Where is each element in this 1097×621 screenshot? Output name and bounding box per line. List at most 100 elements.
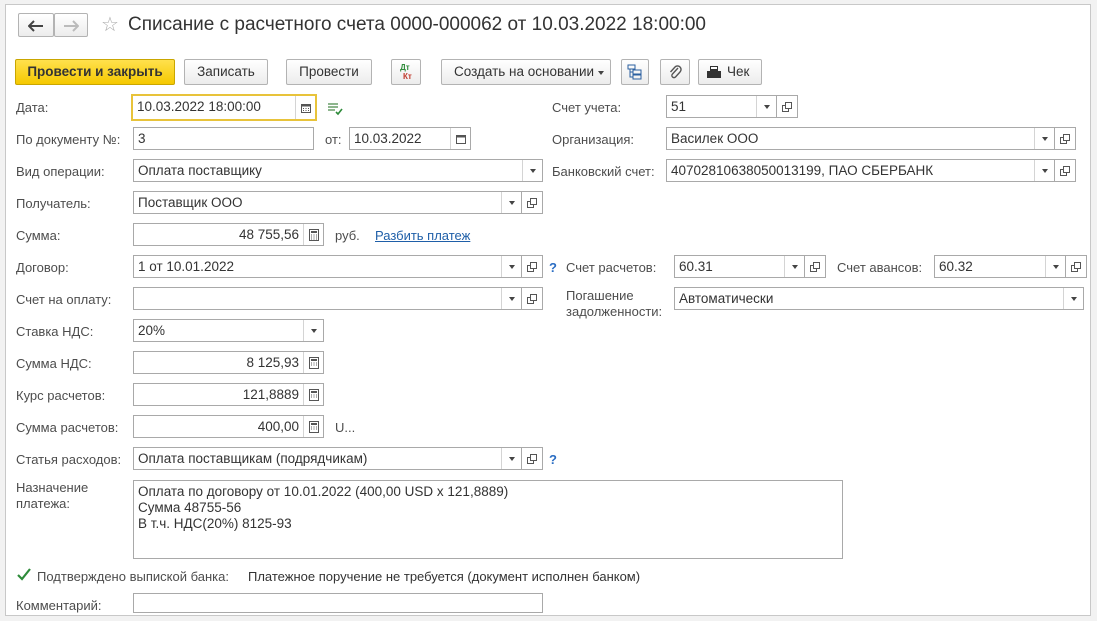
organization-value: Василек ООО	[671, 131, 759, 146]
rate-label: Курс расчетов:	[16, 388, 106, 403]
recipient-label: Получатель:	[16, 196, 91, 211]
attach-button[interactable]	[660, 59, 690, 85]
split-payment-link[interactable]: Разбить платеж	[375, 228, 470, 243]
list-check-icon[interactable]	[327, 102, 343, 116]
settlement-sum-field[interactable]: 400,00	[133, 415, 324, 438]
document-number-field[interactable]: 3	[133, 127, 314, 150]
vat-rate-field[interactable]: 20%	[133, 319, 324, 342]
date-label: Дата:	[16, 100, 49, 115]
check-label: Чек	[727, 64, 750, 79]
post-button[interactable]: Провести	[286, 59, 372, 85]
post-and-close-button[interactable]: Провести и закрыть	[15, 59, 175, 85]
create-based-on-button[interactable]: Создать на основании	[441, 59, 611, 85]
calculator-icon[interactable]	[303, 416, 323, 437]
organization-field[interactable]: Василек ООО	[666, 127, 1055, 150]
calculator-icon[interactable]	[303, 352, 323, 373]
dt-label: Дт	[400, 63, 410, 72]
bank-account-field[interactable]: 40702810638050013199, ПАО СБЕРБАНК	[666, 159, 1055, 182]
invoice-field[interactable]	[133, 287, 522, 310]
open-advance-account-button[interactable]	[1065, 255, 1087, 278]
open-organization-button[interactable]	[1054, 127, 1076, 150]
dropdown-arrow-icon[interactable]	[303, 320, 323, 341]
sum-value: 48 755,56	[238, 227, 299, 242]
open-form-icon	[527, 197, 537, 208]
dropdown-arrow-icon[interactable]	[501, 192, 521, 213]
date-field[interactable]: 10.03.2022 18:00:00	[131, 94, 317, 121]
structure-button[interactable]	[621, 59, 649, 85]
account-label: Счет учета:	[552, 100, 622, 115]
open-bank-account-button[interactable]	[1054, 159, 1076, 182]
back-button[interactable]	[18, 13, 54, 37]
operation-type-label: Вид операции:	[16, 164, 105, 179]
calendar-icon[interactable]	[295, 96, 315, 119]
open-recipient-button[interactable]	[521, 191, 543, 214]
document-window: ☆ Списание с расчетного счета 0000-00006…	[5, 4, 1091, 616]
payment-purpose-label-line2: платежа:	[16, 496, 70, 511]
dt-kt-button[interactable]: Дт Кт	[391, 59, 421, 85]
from-date-field[interactable]: 10.03.2022	[349, 127, 471, 150]
paperclip-icon	[669, 65, 682, 79]
operation-type-value: Оплата поставщику	[138, 163, 262, 178]
contract-help-icon[interactable]: ?	[549, 260, 557, 275]
payment-purpose-line: В т.ч. НДС(20%) 8125-93	[138, 516, 292, 531]
dropdown-arrow-icon[interactable]	[1034, 128, 1054, 149]
payment-purpose-textarea[interactable]: Оплата по договору от 10.01.2022 (400,00…	[133, 480, 843, 559]
dropdown-arrow-icon[interactable]	[1045, 256, 1065, 277]
payment-purpose-line: Сумма 48755-56	[138, 500, 242, 515]
open-expense-item-button[interactable]	[521, 447, 543, 470]
calculator-icon[interactable]	[303, 384, 323, 405]
save-button[interactable]: Записать	[184, 59, 268, 85]
check-button[interactable]: Чек	[698, 59, 762, 85]
dropdown-arrow-icon[interactable]	[756, 96, 776, 117]
open-invoice-button[interactable]	[521, 287, 543, 310]
debt-repayment-field[interactable]: Автоматически	[674, 287, 1084, 310]
advance-account-label: Счет авансов:	[837, 260, 923, 275]
favorite-star-icon[interactable]: ☆	[101, 13, 119, 37]
dropdown-arrow-icon[interactable]	[784, 256, 804, 277]
debt-repayment-label-line2: задолженности:	[566, 304, 663, 319]
dropdown-arrow-icon[interactable]	[501, 448, 521, 469]
account-field[interactable]: 51	[666, 95, 777, 118]
comment-field[interactable]	[133, 593, 543, 613]
dt-kt-icon: Дт Кт	[398, 63, 412, 81]
structure-icon	[627, 64, 642, 80]
bank-account-value: 40702810638050013199, ПАО СБЕРБАНК	[671, 163, 934, 178]
recipient-field[interactable]: Поставщик ООО	[133, 191, 522, 214]
expense-item-field[interactable]: Оплата поставщикам (подрядчикам)	[133, 447, 522, 470]
payment-purpose-line: Оплата по договору от 10.01.2022 (400,00…	[138, 484, 509, 499]
open-form-icon	[810, 261, 820, 272]
sum-field[interactable]: 48 755,56	[133, 223, 324, 246]
settlement-account-field[interactable]: 60.31	[674, 255, 805, 278]
open-contract-button[interactable]	[521, 255, 543, 278]
checkmark-icon	[17, 568, 31, 581]
debt-repayment-label-line1: Погашение	[566, 288, 634, 303]
calculator-icon[interactable]	[303, 224, 323, 245]
dropdown-arrow-icon[interactable]	[501, 288, 521, 309]
settlement-currency: U...	[335, 420, 356, 435]
kt-label: Кт	[403, 72, 412, 81]
operation-type-field[interactable]: Оплата поставщику	[133, 159, 543, 182]
vat-sum-field[interactable]: 8 125,93	[133, 351, 324, 374]
calendar-icon[interactable]	[450, 128, 470, 149]
dropdown-arrow-icon[interactable]	[501, 256, 521, 277]
expense-help-icon[interactable]: ?	[549, 452, 557, 467]
advance-account-field[interactable]: 60.32	[934, 255, 1066, 278]
rate-field[interactable]: 121,8889	[133, 383, 324, 406]
open-account-button[interactable]	[776, 95, 798, 118]
back-arrow-icon	[27, 20, 43, 32]
recipient-value: Поставщик ООО	[138, 195, 243, 210]
open-settlement-account-button[interactable]	[804, 255, 826, 278]
open-form-icon	[1060, 165, 1070, 176]
contract-field[interactable]: 1 от 10.01.2022	[133, 255, 522, 278]
dropdown-arrow-icon[interactable]	[1063, 288, 1083, 309]
forward-button[interactable]	[54, 13, 88, 37]
dropdown-arrow-icon[interactable]	[1034, 160, 1054, 181]
bank-confirmed-label: Подтверждено выпиской банка:	[37, 569, 229, 584]
open-form-icon	[1071, 261, 1081, 272]
date-value: 10.03.2022 18:00:00	[137, 99, 261, 114]
bank-account-label: Банковский счет:	[552, 164, 655, 179]
dropdown-arrow-icon[interactable]	[522, 160, 542, 181]
rate-value: 121,8889	[242, 387, 299, 402]
document-number-label: По документу №:	[16, 132, 121, 147]
bank-confirmed-checkbox[interactable]	[16, 567, 32, 583]
